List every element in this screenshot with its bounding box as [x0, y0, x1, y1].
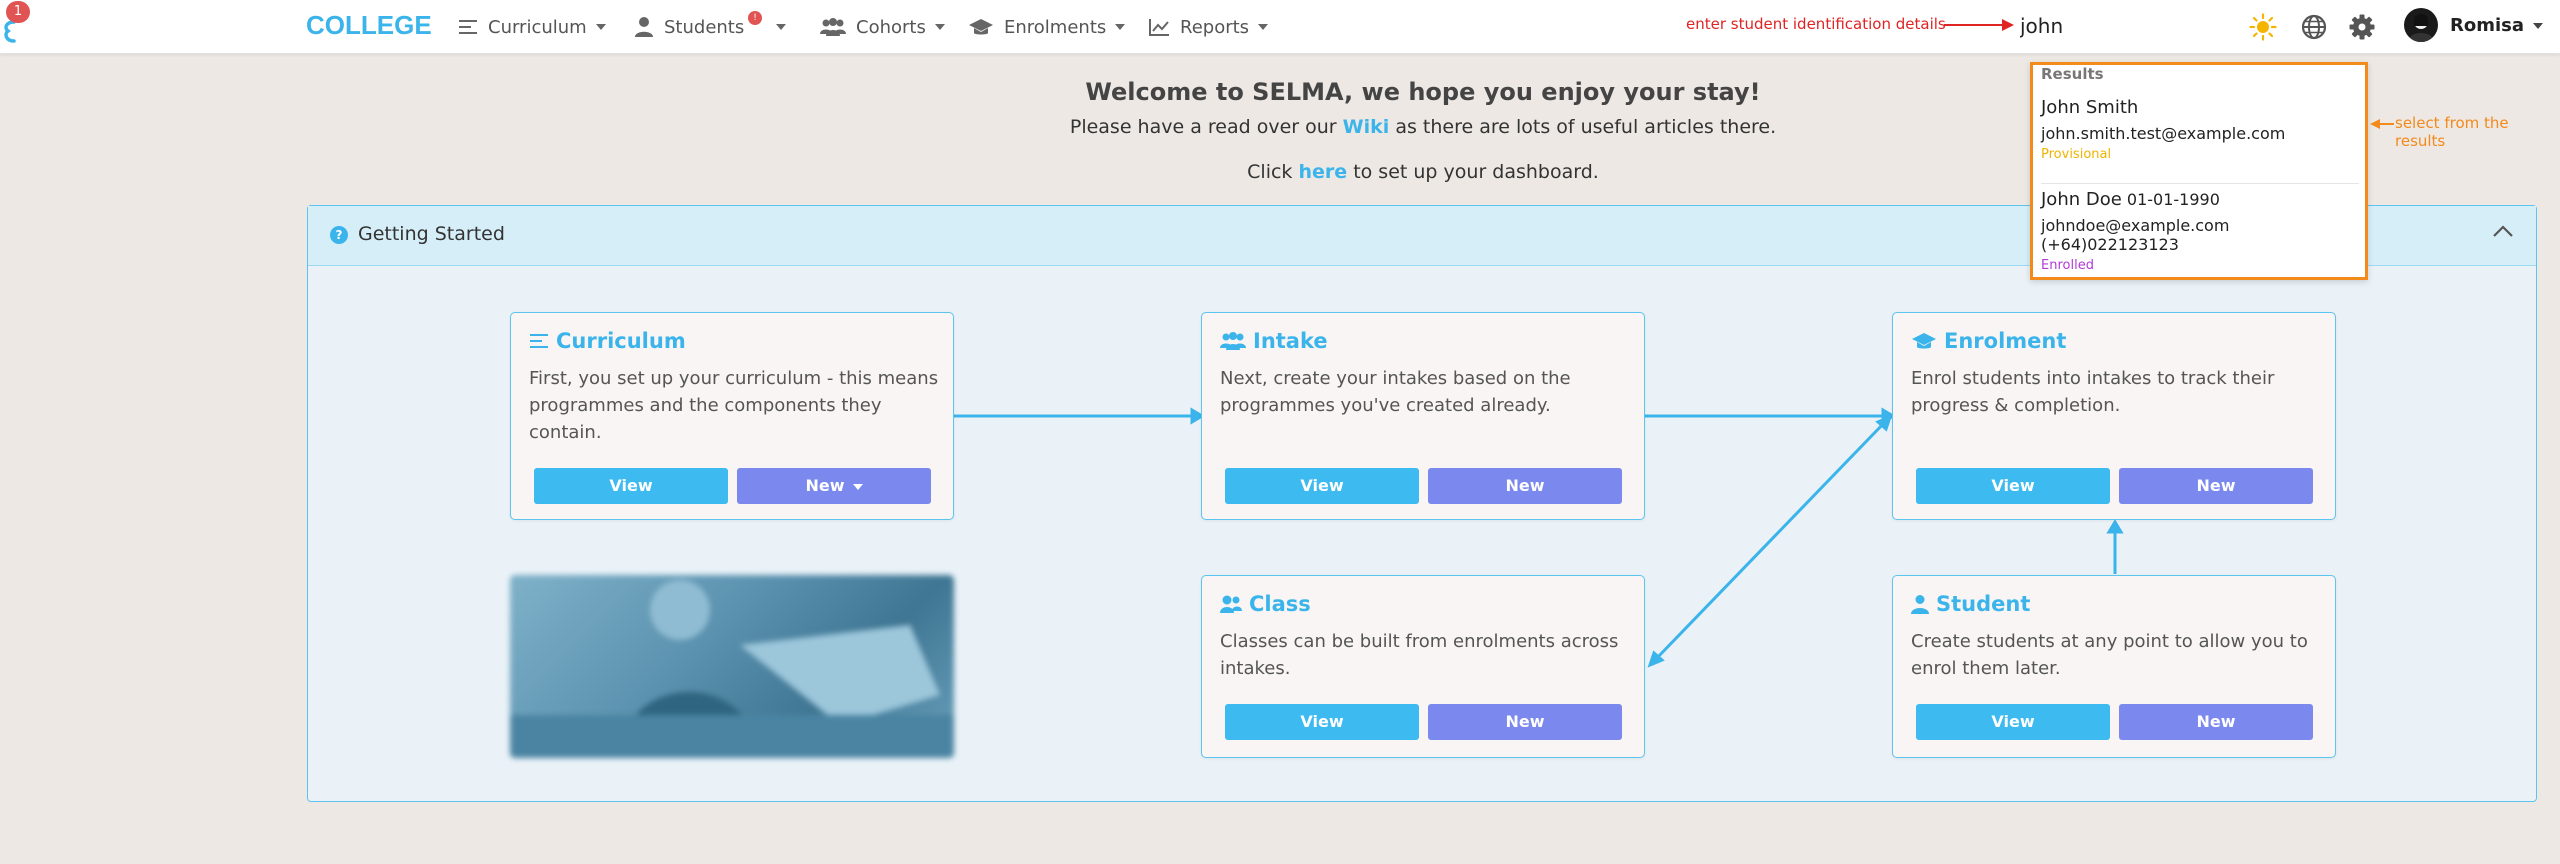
curriculum-title-label: Curriculum [556, 329, 686, 353]
student-new-button[interactable]: New [2119, 704, 2313, 740]
result-dob: 01-01-1990 [2126, 190, 2220, 209]
result-email: johndoe@example.com (+64)022123123 [2041, 216, 2230, 254]
class-description: Classes can be built from enrolments acr… [1220, 631, 1619, 679]
intake-new-button[interactable]: New [1428, 468, 1622, 504]
user-icon [1911, 595, 1929, 614]
results-divider [2041, 183, 2359, 184]
users-icon [1220, 595, 1242, 613]
class-new-button[interactable]: New [1428, 704, 1622, 740]
annotation-arrow-icon [2370, 119, 2394, 129]
enrolment-description: Enrol students into intakes to track the… [1911, 368, 2275, 416]
class-view-button[interactable]: View [1225, 704, 1419, 740]
intake-view-button[interactable]: View [1225, 468, 1419, 504]
intake-card-title: Intake [1220, 329, 1328, 353]
result-name: John Smith [2041, 97, 2139, 118]
enrolment-view-button[interactable]: View [1916, 468, 2110, 504]
result-email: john.smith.test@example.com [2041, 124, 2286, 143]
intake-title-label: Intake [1253, 329, 1328, 353]
curriculum-view-button[interactable]: View [534, 468, 728, 504]
result-status: Provisional [2041, 147, 2112, 162]
graduation-cap-icon [1912, 333, 1936, 349]
search-result-item[interactable]: John Doe 01-01-1990 johndoe@example.com … [2041, 189, 2359, 273]
class-card-title: Class [1220, 592, 1311, 616]
intake-card: Intake Next, create your intakes based o… [1201, 312, 1645, 520]
search-result-item[interactable]: John Smith john.smith.test@example.com P… [2041, 97, 2359, 162]
curriculum-card-title: Curriculum [529, 329, 686, 353]
result-status: Enrolled [2041, 258, 2094, 273]
chevron-down-icon [852, 483, 863, 490]
search-results-dropdown: Results John Smith john.smith.test@examp… [2030, 62, 2368, 280]
curriculum-new-label: New [805, 476, 845, 495]
results-hint-annotation: select from the results [2395, 114, 2509, 150]
intake-description: Next, create your intakes based on the p… [1220, 368, 1571, 416]
curriculum-description: First, you set up your curriculum - this… [529, 368, 939, 443]
student-card: Student Create students at any point to … [1892, 575, 2336, 758]
results-heading: Results [2041, 65, 2104, 83]
users-icon [1220, 332, 1246, 350]
list-icon [530, 334, 548, 348]
result-name: John Doe [2041, 189, 2122, 210]
student-view-button[interactable]: View [1916, 704, 2110, 740]
class-card: Class Classes can be built from enrolmen… [1201, 575, 1645, 758]
enrolment-title-label: Enrolment [1944, 329, 2067, 353]
curriculum-card: Curriculum First, you set up your curric… [510, 312, 954, 520]
enrolment-new-button[interactable]: New [2119, 468, 2313, 504]
student-description: Create students at any point to allow yo… [1911, 631, 2308, 679]
decorative-photo [510, 575, 954, 758]
curriculum-new-button[interactable]: New [737, 468, 931, 504]
student-title-label: Student [1936, 592, 2031, 616]
enrolment-card-title: Enrolment [1911, 329, 2066, 353]
class-title-label: Class [1249, 592, 1311, 616]
student-card-title: Student [1911, 592, 2030, 616]
enrolment-card: Enrolment Enrol students into intakes to… [1892, 312, 2336, 520]
